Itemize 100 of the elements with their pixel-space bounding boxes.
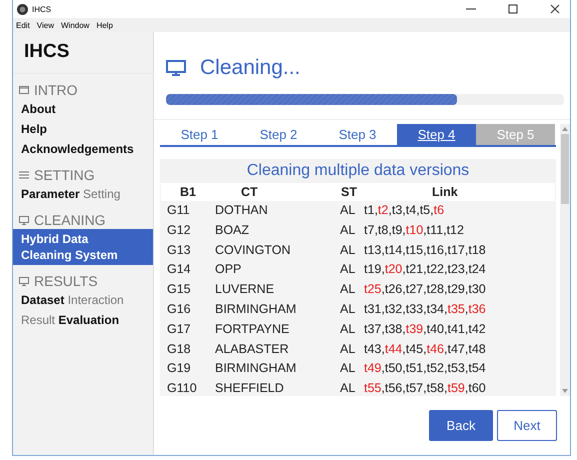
close-icon[interactable] — [550, 4, 560, 14]
tuple-id: t15, — [406, 242, 427, 257]
column-header: B1 — [179, 184, 197, 201]
tuple-id: t36 — [468, 302, 486, 316]
tuple-id: t37, — [364, 322, 385, 336]
tuple-id: t4, — [406, 203, 420, 217]
tuple-id: t44, — [384, 342, 406, 356]
scroll-down-icon[interactable] — [562, 389, 568, 393]
tuple-id: t14, — [384, 242, 406, 257]
tuple-id: t43, — [364, 342, 385, 356]
tuple-id: t58, — [426, 381, 448, 396]
table-cell-text: AL — [340, 320, 356, 338]
table-cell-text: AL — [340, 360, 356, 378]
scrollbar[interactable] — [560, 124, 570, 396]
tuple-id: t35, — [448, 302, 468, 316]
table-cell-text: AL — [340, 340, 356, 358]
sidebar-item[interactable]: Help — [13, 119, 153, 139]
section-heading: CLEANING — [34, 212, 106, 228]
tuple-id: t13, — [364, 242, 385, 257]
sidebar-item[interactable]: Result Evaluation — [13, 310, 153, 330]
sidebar-item[interactable]: Acknowledgements — [13, 139, 153, 159]
table-title: Cleaning multiple data versions — [160, 159, 556, 183]
table-cell-text: G18 — [166, 340, 192, 358]
tuple-id: t48 — [468, 342, 486, 356]
app-logo-icon — [17, 4, 28, 14]
monitor-icon — [19, 216, 29, 224]
table-cell-text: G11 — [166, 202, 191, 219]
tuple-id: t30 — [468, 282, 486, 296]
maximize-icon[interactable] — [508, 4, 518, 14]
menu-item[interactable]: Window — [61, 20, 90, 30]
tuple-id: t1, — [364, 203, 378, 217]
column-header: Link — [431, 184, 459, 201]
menu-item[interactable]: Help — [96, 20, 113, 30]
tuple-id: t23, — [448, 262, 468, 276]
next-button[interactable]: Next — [497, 410, 557, 441]
step-tab[interactable]: Step 2 — [239, 124, 318, 145]
tuple-id: t38, — [384, 322, 406, 336]
tuple-id: t54 — [468, 361, 486, 376]
step-tab[interactable]: Step 4 — [397, 124, 476, 145]
step-tab[interactable]: Step 3 — [318, 124, 397, 145]
sidebar-item[interactable]: Parameter Setting — [13, 184, 153, 204]
table-cell-text: AL — [340, 222, 356, 239]
tuple-id: t52, — [426, 361, 448, 376]
table-cell-text: AL — [340, 380, 356, 396]
table-cell-text: FORTPAYNE — [215, 320, 290, 338]
scroll-up-icon[interactable] — [562, 127, 568, 131]
tuple-id: t5, — [420, 203, 434, 217]
table-cell-text: BIRMINGHAM — [215, 360, 298, 378]
tuple-id: t27, — [406, 282, 427, 296]
table-cell-text: G12 — [166, 222, 192, 239]
tuple-id: t17, — [448, 242, 468, 257]
tuple-id: t49, — [364, 361, 385, 376]
tuple-id: t39, — [406, 322, 427, 336]
tuple-id: t40, — [426, 322, 448, 336]
table-cell-text: G14 — [166, 261, 192, 278]
table-cell-text: ALABASTER — [215, 340, 290, 358]
tuple-id: t9, — [392, 222, 406, 237]
table-cell-text: BIRMINGHAM — [215, 300, 298, 318]
tuple-id: t18 — [468, 242, 486, 257]
scrollbar-thumb[interactable] — [561, 134, 569, 204]
sidebar-item[interactable]: Hybrid Data Cleaning System — [13, 229, 153, 265]
tuple-id: t28, — [426, 282, 448, 296]
table-cell-text: OPP — [215, 261, 242, 278]
table-cell-text: G110 — [166, 380, 198, 396]
table-cell-text: DOTHAN — [215, 202, 269, 219]
tuple-id: t47, — [448, 342, 468, 356]
step-tab[interactable]: Step 1 — [160, 124, 239, 145]
tuple-id: t46, — [426, 342, 448, 356]
monitor-icon — [19, 276, 29, 286]
table-cell-text: AL — [340, 261, 356, 278]
monitor-icon — [166, 60, 186, 76]
tuple-id: t7, — [364, 222, 378, 237]
table-cell-text: BOAZ — [215, 222, 250, 239]
tuple-id: t25, — [364, 282, 385, 296]
tuple-id: t21, — [406, 262, 427, 276]
back-button[interactable]: Back — [429, 410, 493, 441]
tuple-id: t20, — [384, 262, 406, 276]
table-cell-text: AL — [340, 202, 356, 219]
table-cell-text: G15 — [166, 281, 192, 298]
menu-item[interactable]: Edit — [16, 20, 30, 30]
menu-item[interactable]: View — [36, 20, 54, 30]
tuple-id: t51, — [406, 361, 427, 376]
tuple-id: t42 — [468, 322, 486, 336]
tuple-id: t32, — [384, 302, 406, 316]
app-title: IHCS — [13, 32, 153, 74]
tuple-id: t60 — [468, 381, 486, 396]
sidebar-item[interactable]: About — [13, 99, 153, 119]
tuple-id: t45, — [406, 342, 427, 356]
section-heading: RESULTS — [34, 273, 98, 289]
table-cell-text: G19 — [166, 360, 192, 378]
sidebar-item[interactable]: Dataset Interaction — [13, 290, 153, 310]
tuple-id: t3, — [392, 203, 406, 217]
section-heading: INTRO — [34, 82, 78, 98]
tuple-id: t2, — [378, 203, 392, 217]
tuple-id: t57, — [406, 381, 427, 396]
tuple-id: t16, — [426, 242, 448, 257]
tuple-id: t34, — [426, 302, 448, 316]
tuple-id: t41, — [448, 322, 468, 336]
column-header: ST — [341, 184, 358, 201]
column-header: CT — [240, 184, 259, 201]
